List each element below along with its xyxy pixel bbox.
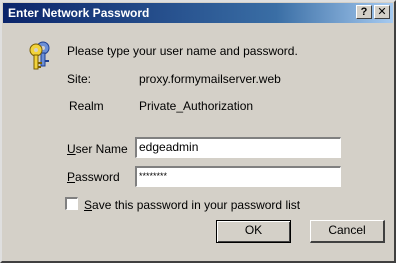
- save-password-checkbox[interactable]: [65, 197, 78, 210]
- password-accelerator: P: [67, 170, 76, 184]
- title-bar[interactable]: Enter Network Password ? ✕: [3, 3, 393, 23]
- keys-icon: [29, 41, 50, 70]
- help-button[interactable]: ?: [356, 5, 372, 19]
- save-password-label-text: ave this password in your password list: [92, 198, 301, 212]
- password-label: Password: [67, 170, 120, 184]
- window-title: Enter Network Password: [8, 6, 150, 20]
- ok-button[interactable]: OK: [216, 220, 291, 243]
- user-name-accelerator: U: [67, 142, 76, 156]
- save-password-label[interactable]: Save this password in your password list: [84, 198, 300, 212]
- save-password-accelerator: S: [84, 198, 93, 212]
- user-name-input[interactable]: edgeadmin: [135, 137, 341, 158]
- cancel-button[interactable]: Cancel: [310, 220, 385, 243]
- user-name-label: User Name: [67, 142, 128, 156]
- password-input[interactable]: ********: [135, 166, 341, 187]
- password-label-text: assword: [75, 170, 120, 184]
- realm-label: Realm: [69, 99, 104, 113]
- network-password-dialog: Enter Network Password ? ✕ Please type y…: [0, 0, 396, 263]
- user-name-label-text: ser Name: [75, 142, 128, 156]
- prompt-text: Please type your user name and password.: [67, 44, 298, 58]
- close-button[interactable]: ✕: [374, 5, 390, 19]
- site-value: proxy.formymailserver.web: [139, 72, 281, 86]
- site-label: Site:: [67, 72, 92, 86]
- realm-value: Private_Authorization: [139, 99, 254, 113]
